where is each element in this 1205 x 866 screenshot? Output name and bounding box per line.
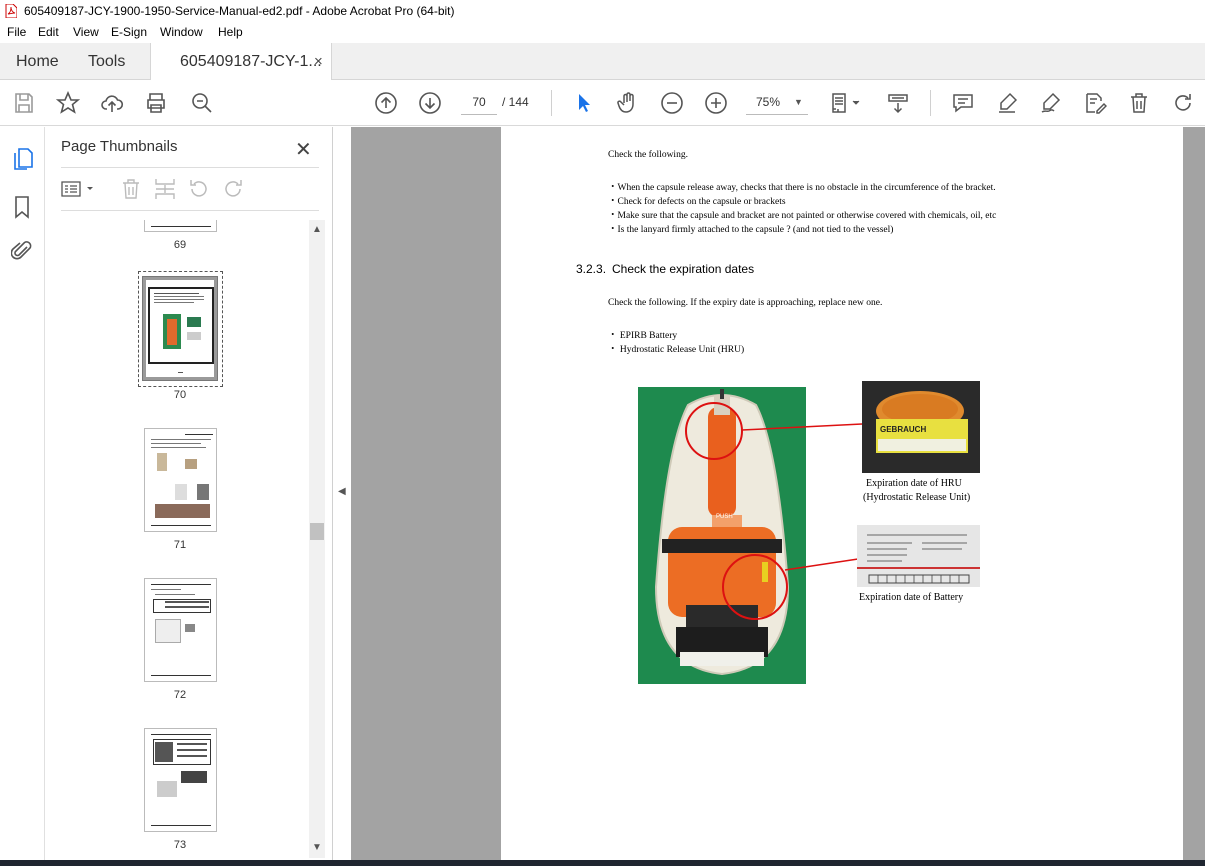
zoom-in-icon[interactable]	[704, 91, 728, 115]
bullet-line: ・Make sure that the capsule and bracket …	[608, 211, 997, 221]
tab-document-label: 605409187-JCY-1...	[180, 53, 322, 70]
previous-page-icon[interactable]	[374, 91, 398, 115]
document-viewer[interactable]: Check the following. ・When the capsule r…	[351, 127, 1205, 860]
zoom-level-select[interactable]: 75% ▼	[746, 90, 808, 115]
panel-collapse-handle[interactable]: ◀	[333, 127, 351, 860]
viewer-scrollbar[interactable]	[1183, 127, 1205, 860]
push-label: PUSH	[716, 514, 733, 520]
panel-title: Page Thumbnails	[61, 138, 178, 155]
thumbnail-options-icon[interactable]	[61, 179, 97, 199]
attachment-icon[interactable]	[10, 239, 33, 263]
tab-tools[interactable]: Tools	[88, 43, 125, 80]
rotate-icon[interactable]	[1171, 91, 1195, 115]
thumbnail-page-69[interactable]	[144, 220, 217, 232]
chevron-down-icon: ▼	[794, 97, 803, 107]
insert-page-icon[interactable]	[154, 177, 176, 201]
comment-icon[interactable]	[951, 91, 975, 115]
menu-esign[interactable]: E-Sign	[111, 25, 147, 39]
thumbnail-scrollbar[interactable]: ▲ ▼	[309, 220, 325, 858]
menu-view[interactable]: View	[73, 25, 99, 39]
thumbnail-page-73[interactable]	[144, 728, 217, 832]
delete-trash-icon[interactable]	[1127, 91, 1151, 115]
toolbar-divider	[551, 90, 552, 116]
highlight-pen-icon[interactable]	[995, 91, 1019, 115]
save-icon[interactable]	[12, 91, 36, 115]
caption-hru-line2: (Hydrostatic Release Unit)	[863, 492, 971, 503]
search-zoom-icon[interactable]	[190, 91, 214, 115]
navigation-rail	[0, 127, 45, 860]
taskbar-edge	[0, 860, 1205, 866]
tab-document[interactable]: 605409187-JCY-1... ×	[150, 43, 332, 81]
thumbnail-page-71[interactable]	[144, 428, 217, 532]
pdf-file-icon	[5, 4, 17, 18]
page-total: / 144	[502, 95, 529, 109]
bullet-line: ・Is the lanyard firmly attached to the c…	[608, 225, 894, 235]
caption-hru-line1: Expiration date of HRU	[866, 478, 962, 489]
callout-lines	[741, 423, 863, 571]
fill-sign-icon[interactable]	[1039, 91, 1063, 115]
section-number: 3.2.3.	[576, 262, 607, 276]
menu-bar: File Edit View E-Sign Window Help	[0, 22, 1205, 43]
thumbnail-label: 71	[173, 539, 187, 551]
pdf-page: Check the following. ・When the capsule r…	[501, 127, 1184, 860]
epirb-photo: PUSH	[638, 387, 806, 684]
caption-battery: Expiration date of Battery	[859, 592, 964, 603]
page-number-input[interactable]: 70	[461, 90, 497, 115]
zoom-out-icon[interactable]	[660, 91, 684, 115]
thumbnail-label: 73	[173, 839, 187, 851]
scroll-mode-icon[interactable]	[886, 91, 910, 115]
thumbnail-label: 70	[173, 389, 187, 401]
page-fit-icon[interactable]	[830, 91, 864, 115]
tab-home[interactable]: Home	[16, 43, 59, 80]
scroll-down-icon[interactable]: ▼	[312, 842, 322, 853]
thumbnail-label: 72	[173, 689, 187, 701]
hru-label-text: GEBRAUCH	[880, 425, 927, 434]
star-icon[interactable]	[55, 90, 81, 115]
next-page-icon[interactable]	[418, 91, 442, 115]
intro-text: Check the following.	[608, 150, 688, 160]
scroll-up-icon[interactable]: ▲	[312, 224, 322, 235]
select-cursor-icon[interactable]	[572, 91, 596, 115]
delete-page-icon[interactable]	[121, 177, 141, 201]
panel-divider	[61, 210, 319, 211]
thumbnail-page-70[interactable]	[142, 276, 218, 381]
zoom-level-value: 75%	[756, 95, 781, 109]
title-bar: 605409187-JCY-1900-1950-Service-Manual-e…	[0, 0, 1205, 22]
thumbnail-page-72[interactable]	[144, 578, 217, 682]
section-heading: Check the expiration dates	[612, 262, 755, 276]
window-title: 605409187-JCY-1900-1950-Service-Manual-e…	[24, 4, 455, 18]
toolbar-divider	[930, 90, 931, 116]
battery-label-photo	[857, 525, 980, 587]
main-toolbar: 70 / 144 75% ▼	[0, 80, 1205, 126]
rotate-left-icon[interactable]	[188, 178, 210, 200]
print-icon[interactable]	[144, 91, 168, 115]
scrollbar-thumb[interactable]	[310, 523, 324, 540]
close-icon[interactable]: ✕	[295, 137, 312, 162]
panel-divider	[61, 167, 319, 168]
menu-help[interactable]: Help	[218, 25, 243, 39]
tab-bar: Home Tools 605409187-JCY-1... ×	[0, 43, 1205, 81]
collapse-left-icon[interactable]: ◀	[338, 486, 346, 497]
section-intro: Check the following. If the expiry date …	[608, 298, 883, 308]
checklist-item: ・ Hydrostatic Release Unit (HRU)	[608, 345, 745, 355]
bullet-line: ・When the capsule release away, checks t…	[608, 183, 996, 193]
rotate-right-icon[interactable]	[222, 178, 244, 200]
menu-edit[interactable]: Edit	[38, 25, 59, 39]
thumbnails-panel: Page Thumbnails ✕ 69 70 71 72 73 ▲ ▼	[45, 127, 333, 860]
thumbnail-label: 69	[173, 239, 187, 251]
menu-file[interactable]: File	[7, 25, 26, 39]
hru-photo: GEBRAUCH	[862, 381, 980, 473]
edit-pdf-icon[interactable]	[1083, 91, 1108, 115]
bullet-line: ・Check for defects on the capsule or bra…	[608, 197, 786, 207]
hand-tool-icon[interactable]	[616, 91, 640, 115]
menu-window[interactable]: Window	[160, 25, 203, 39]
upload-cloud-icon[interactable]	[100, 91, 124, 115]
bookmark-icon[interactable]	[13, 195, 31, 219]
checklist-item: ・ EPIRB Battery	[608, 331, 678, 341]
tab-close-icon[interactable]: ×	[314, 43, 323, 80]
page-thumbnails-icon[interactable]	[12, 147, 34, 171]
